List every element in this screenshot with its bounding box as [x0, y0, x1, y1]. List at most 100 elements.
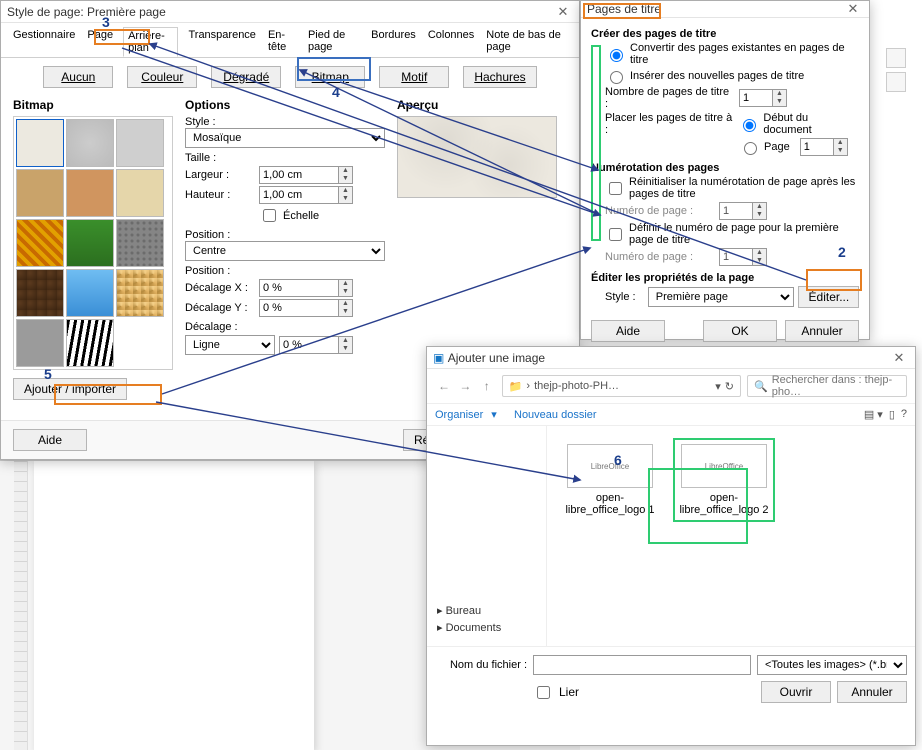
cancel-button[interactable]: Annuler: [837, 681, 907, 703]
tab-columns[interactable]: Colonnes: [426, 27, 476, 57]
reinit-checkbox[interactable]: [609, 182, 622, 195]
bitmap-swatch[interactable]: [66, 319, 114, 367]
position-select[interactable]: Centre: [185, 241, 385, 261]
height-input[interactable]: [259, 186, 339, 204]
open-button[interactable]: Ouvrir: [761, 681, 831, 703]
tab-footer[interactable]: Pied de page: [306, 27, 361, 57]
options-heading: Options: [185, 98, 389, 112]
npages-input[interactable]: [739, 89, 773, 107]
fill-none-button[interactable]: Aucun: [43, 66, 113, 88]
offsety-input[interactable]: [259, 299, 339, 317]
cancel-button[interactable]: Annuler: [785, 320, 859, 342]
file-thumb: LibreOffice: [681, 444, 767, 488]
help-button[interactable]: Aide: [591, 320, 665, 342]
ok-button[interactable]: OK: [703, 320, 777, 342]
fill-bitmap-button[interactable]: Bitmap: [295, 66, 365, 88]
organise-menu[interactable]: Organiser: [435, 409, 483, 421]
sidebar-item[interactable]: ▸ Documents: [433, 619, 540, 636]
forward-icon[interactable]: →: [456, 379, 474, 393]
close-icon[interactable]: ✕: [889, 350, 909, 366]
place-page-radio[interactable]: [744, 142, 757, 155]
nav-buttons[interactable]: ← → ↑: [435, 379, 496, 393]
tile-style-select[interactable]: Mosaïque: [185, 128, 385, 148]
tab-page[interactable]: Page: [85, 27, 115, 57]
fill-hatch-button[interactable]: Hachures: [463, 66, 536, 88]
close-icon[interactable]: ✕: [553, 4, 573, 20]
bitmap-swatch[interactable]: [116, 119, 164, 167]
bitmap-swatch[interactable]: [16, 119, 64, 167]
help-icon[interactable]: ?: [901, 408, 907, 421]
tab-footnote[interactable]: Note de bas de page: [484, 27, 569, 57]
spinner[interactable]: ▲▼: [339, 336, 353, 354]
scale-checkbox[interactable]: [263, 209, 276, 222]
offsetx-input[interactable]: [259, 279, 339, 297]
position-label2: Position :: [185, 265, 389, 277]
help-button[interactable]: Aide: [13, 429, 87, 451]
scale-label: Échelle: [283, 210, 319, 222]
tile-offset-mode-select[interactable]: Ligne: [185, 335, 275, 355]
edit-button[interactable]: Éditer...: [798, 286, 859, 308]
path-segment[interactable]: thejp-photo-PH…: [534, 380, 619, 392]
spinner[interactable]: ▲▼: [339, 186, 353, 204]
define-first-checkbox[interactable]: [609, 228, 622, 241]
fill-gradient-button[interactable]: Dégradé: [211, 66, 281, 88]
tab-borders[interactable]: Bordures: [369, 27, 418, 57]
convert-radio[interactable]: [610, 49, 623, 62]
spinner[interactable]: ▲▼: [834, 138, 848, 156]
file-item[interactable]: LibreOffice open-libre_office_logo 2: [679, 444, 769, 516]
bitmap-swatch[interactable]: [116, 269, 164, 317]
position-label: Position :: [185, 229, 389, 241]
bitmap-swatch[interactable]: [16, 169, 64, 217]
page-style-select[interactable]: Première page: [648, 287, 794, 307]
bitmap-swatch[interactable]: [66, 169, 114, 217]
tab-transparency[interactable]: Transparence: [186, 27, 257, 57]
search-input[interactable]: 🔍 Rechercher dans : thejp-pho…: [747, 375, 907, 397]
place-doc-start-radio[interactable]: [743, 119, 756, 132]
file-item[interactable]: LibreOffice open-libre_office_logo 1: [565, 444, 655, 516]
add-import-button[interactable]: Ajouter / importer: [13, 378, 127, 400]
title-pages-title: Pages de titre: [587, 2, 843, 16]
address-bar[interactable]: 📁 › thejp-photo-PH… ▾ ↻: [502, 375, 741, 397]
tab-header[interactable]: En-tête: [266, 27, 298, 57]
chevron-right-icon: ›: [526, 380, 530, 392]
bitmap-swatch[interactable]: [16, 319, 64, 367]
bitmap-swatch[interactable]: [16, 219, 64, 267]
bitmap-swatch[interactable]: [66, 219, 114, 267]
place-page-input[interactable]: [800, 138, 834, 156]
title-pages-titlebar: Pages de titre ✕: [581, 1, 869, 18]
insert-radio[interactable]: [610, 71, 623, 84]
sidebar-item[interactable]: ▸ Bureau: [433, 602, 540, 619]
spinner[interactable]: ▲▼: [339, 299, 353, 317]
chevron-down-icon[interactable]: ▾: [715, 380, 721, 393]
tab-gestionnaire[interactable]: Gestionnaire: [11, 27, 77, 57]
bitmap-swatch[interactable]: [116, 219, 164, 267]
place-page-label: Page: [764, 141, 790, 153]
fill-color-button[interactable]: Couleur: [127, 66, 197, 88]
spinner[interactable]: ▲▼: [339, 166, 353, 184]
up-icon[interactable]: ↑: [478, 379, 496, 393]
preview-box: [397, 116, 557, 198]
file-filter-select[interactable]: <Toutes les images> (*.bmp;*.c: [757, 655, 907, 675]
spinner[interactable]: ▲▼: [773, 89, 787, 107]
file-open-body: ▸ Bureau ▸ Documents LibreOffice open-li…: [427, 426, 915, 646]
width-input[interactable]: [259, 166, 339, 184]
view-options-icon[interactable]: ▤ ▾: [864, 408, 883, 421]
bitmap-swatch[interactable]: [66, 119, 114, 167]
tile-offset-input[interactable]: [279, 336, 339, 354]
refresh-icon[interactable]: ↻: [725, 380, 734, 393]
close-icon[interactable]: ✕: [843, 1, 863, 17]
bitmap-swatch[interactable]: [116, 169, 164, 217]
link-checkbox[interactable]: [537, 686, 550, 699]
tab-background[interactable]: Arrière-plan: [123, 27, 178, 57]
spinner[interactable]: ▲▼: [339, 279, 353, 297]
filename-label: Nom du fichier :: [435, 659, 527, 671]
back-icon[interactable]: ←: [435, 379, 453, 393]
fill-pattern-button[interactable]: Motif: [379, 66, 449, 88]
offsety-label: Décalage Y :: [185, 302, 255, 314]
info-pane-icon[interactable]: ▯: [889, 408, 895, 421]
place-doc-start-label: Début du document: [763, 112, 859, 136]
filename-input[interactable]: [533, 655, 751, 675]
bitmap-swatch[interactable]: [16, 269, 64, 317]
bitmap-swatch[interactable]: [66, 269, 114, 317]
new-folder-button[interactable]: Nouveau dossier: [514, 409, 597, 421]
